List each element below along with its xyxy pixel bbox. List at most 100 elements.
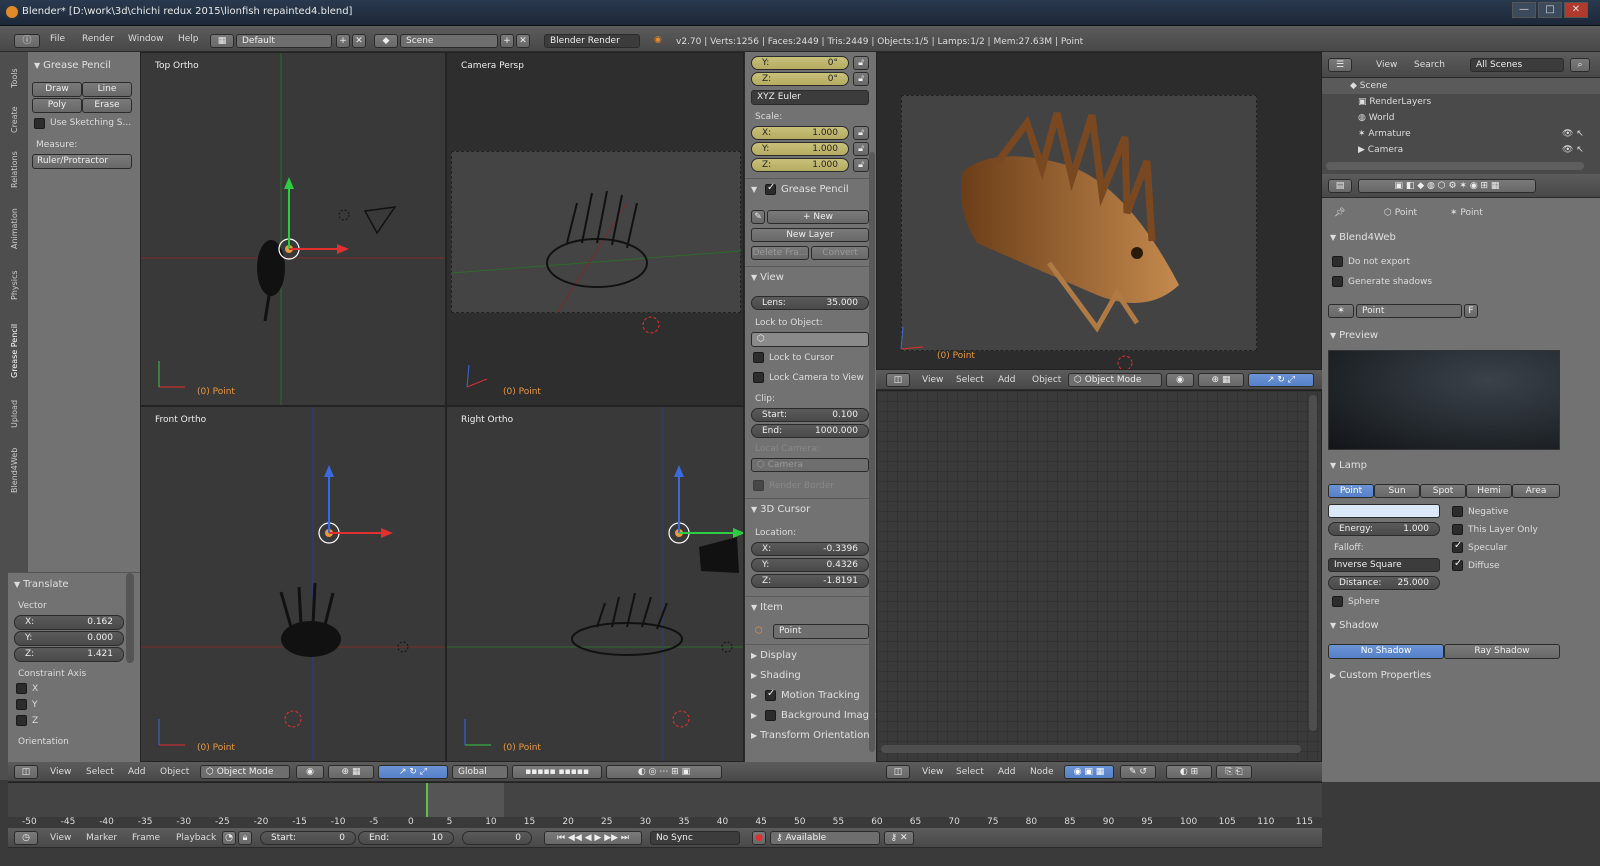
rotation-mode-select[interactable]: XYZ Euler [751,90,869,105]
rotation-z-field[interactable]: Z: 0° [751,72,849,86]
item-name-field[interactable]: Point [773,624,869,639]
search-icon[interactable]: ⌕ [1570,58,1590,72]
lamp-type-point[interactable]: Point [1328,484,1374,498]
negative-checkbox[interactable] [1452,506,1463,517]
shadow-panel-header[interactable]: ▼ Shadow [1330,620,1379,631]
cursor-z-field[interactable]: Z: -1.8191 [751,574,869,588]
constraint-z-checkbox[interactable] [16,715,27,726]
editor-type-timeline-icon[interactable]: ◷ [14,831,38,845]
lamp-panel-header[interactable]: ▼ Lamp [1330,460,1367,471]
motion-tracking-header[interactable]: ▶ [751,690,760,701]
node-editor-hscrollbar[interactable] [881,745,1301,753]
preview-range-icon[interactable]: ◔ [222,831,236,845]
no-shadow-button[interactable]: No Shadow [1328,644,1444,659]
mode-select[interactable]: ⬡ Object Mode [1068,373,1162,387]
lock-to-cursor-checkbox[interactable] [753,352,764,363]
menu-select[interactable]: Select [956,371,984,389]
ray-shadow-button[interactable]: Ray Shadow [1444,644,1560,659]
outliner-scrollbar[interactable] [1326,162,1584,170]
item-panel-header[interactable]: ▼ Item [751,602,783,613]
screen-layout-icon[interactable]: ▦ [210,34,234,48]
viewport-top-ortho[interactable]: Top Ortho (0) Point [140,52,446,406]
pencil-icon[interactable]: ✎ [751,210,765,224]
menu-render[interactable]: Render [82,30,114,48]
clip-start-field[interactable]: Start: 0.100 [751,408,869,422]
preview-panel-header[interactable]: ▼ Preview [1330,330,1378,341]
falloff-select[interactable]: Inverse Square [1328,558,1440,572]
3d-cursor-header[interactable]: ▼ 3D Cursor [751,504,810,515]
maximize-button[interactable]: □ [1538,2,1562,18]
operator-scrollbar[interactable] [126,573,134,663]
menu-marker[interactable]: Marker [86,829,117,847]
display-panel-header[interactable]: ▶ Display [751,650,797,661]
new-layer-button[interactable]: New Layer [751,228,869,242]
menu-search[interactable]: Search [1414,56,1445,74]
background-images-header[interactable]: ▶ [751,710,760,721]
background-images-checkbox[interactable] [765,710,776,721]
record-icon[interactable]: ● [752,831,766,845]
menu-object[interactable]: Object [160,763,189,781]
tab-physics[interactable]: Physics [10,262,22,308]
properties-scrollbar[interactable] [869,152,875,752]
line-button[interactable]: Line [82,82,132,97]
grease-pencil-header[interactable]: ▼ Grease Pencil [34,60,111,71]
tab-create[interactable]: Create [10,100,22,140]
lock-rot-z-icon[interactable]: 🔓︎ [853,72,869,86]
menu-view[interactable]: View [922,763,943,781]
lamp-type-sun[interactable]: Sun [1374,484,1420,498]
menu-frame[interactable]: Frame [132,829,160,847]
tab-relations[interactable]: Relations [10,144,22,196]
energy-field[interactable]: Energy: 1.000 [1328,522,1440,536]
cursor-x-field[interactable]: X: -0.3396 [751,542,869,556]
sync-select[interactable]: No Sync [650,831,740,845]
snap-render-icons[interactable]: ◐ ◎ ⋯ ⊞ ▣ [606,765,722,779]
transform-orientations-header[interactable]: ▶ Transform Orientations [751,730,875,741]
local-camera-field[interactable]: ⬡ Camera [751,458,869,472]
constraint-y-checkbox[interactable] [16,699,27,710]
tab-blend4web[interactable]: Blend4Web [10,440,22,500]
scale-z-field[interactable]: Z: 1.000 [751,158,849,172]
custom-properties-header[interactable]: ▶ Custom Properties [1330,670,1431,681]
menu-select[interactable]: Select [86,763,114,781]
blend4web-panel-header[interactable]: ▼ Blend4Web [1330,232,1396,243]
lock-scale-x-icon[interactable]: 🔓︎ [853,126,869,140]
vector-z-field[interactable]: Z: 1.421 [14,647,124,662]
viewport-shading-icon[interactable]: ◉ [296,765,324,779]
outliner-row[interactable]: ◍ World [1322,110,1600,126]
close-button[interactable]: ✕ [1564,2,1588,18]
clip-end-field[interactable]: End: 1000.000 [751,424,869,438]
constraint-x-checkbox[interactable] [16,683,27,694]
viewport-camera-persp[interactable]: Camera Persp (0) Point [446,52,744,406]
gp-new-button[interactable]: + New [767,210,869,224]
shading-panel-header[interactable]: ▶ Shading [751,670,801,681]
transform-orientation-select[interactable]: Global [452,765,508,779]
pivot-icon[interactable]: ⊕ ▦ [328,765,374,779]
lock-object-field[interactable]: ⬡ [751,332,869,347]
scene-remove-button[interactable]: ✕ [516,34,530,48]
sphere-checkbox[interactable] [1332,596,1343,607]
menu-window[interactable]: Window [128,30,164,48]
scale-y-field[interactable]: Y: 1.000 [751,142,849,156]
erase-button[interactable]: Erase [82,98,132,113]
node-snap-icons[interactable]: ◐ ⊞ [1166,765,1212,779]
editor-type-outliner-icon[interactable]: ☰ [1328,58,1352,72]
tab-grease-pencil[interactable]: Grease Pencil [10,314,22,388]
node-editor[interactable] [876,390,1322,762]
editor-type-properties-icon[interactable]: ▤ [1328,179,1352,193]
menu-add[interactable]: Add [998,371,1015,389]
menu-node[interactable]: Node [1030,763,1054,781]
render-viewport[interactable]: (0) Point [876,52,1322,370]
frame-start-field[interactable]: Start: 0 [260,831,356,845]
delete-frame-button[interactable]: Delete Fra... [751,246,809,260]
manipulator-icons[interactable]: ↗ ↻ ⤢ [1248,373,1314,387]
scale-x-field[interactable]: X: 1.000 [751,126,849,140]
gp-enable-checkbox[interactable] [765,182,776,195]
gp-panel-header[interactable]: ▼ [751,184,760,195]
menu-view[interactable]: View [1376,56,1397,74]
tab-tools[interactable]: Tools [10,60,22,96]
editor-type-icon[interactable]: ⓘ [14,34,40,48]
rotation-y-field[interactable]: Y: 0° [751,56,849,70]
lamp-type-hemi[interactable]: Hemi [1466,484,1512,498]
lamp-name-field[interactable]: Point [1356,304,1462,318]
layers-grid[interactable]: ▪▪▪▪▪ ▪▪▪▪▪ [512,765,602,779]
